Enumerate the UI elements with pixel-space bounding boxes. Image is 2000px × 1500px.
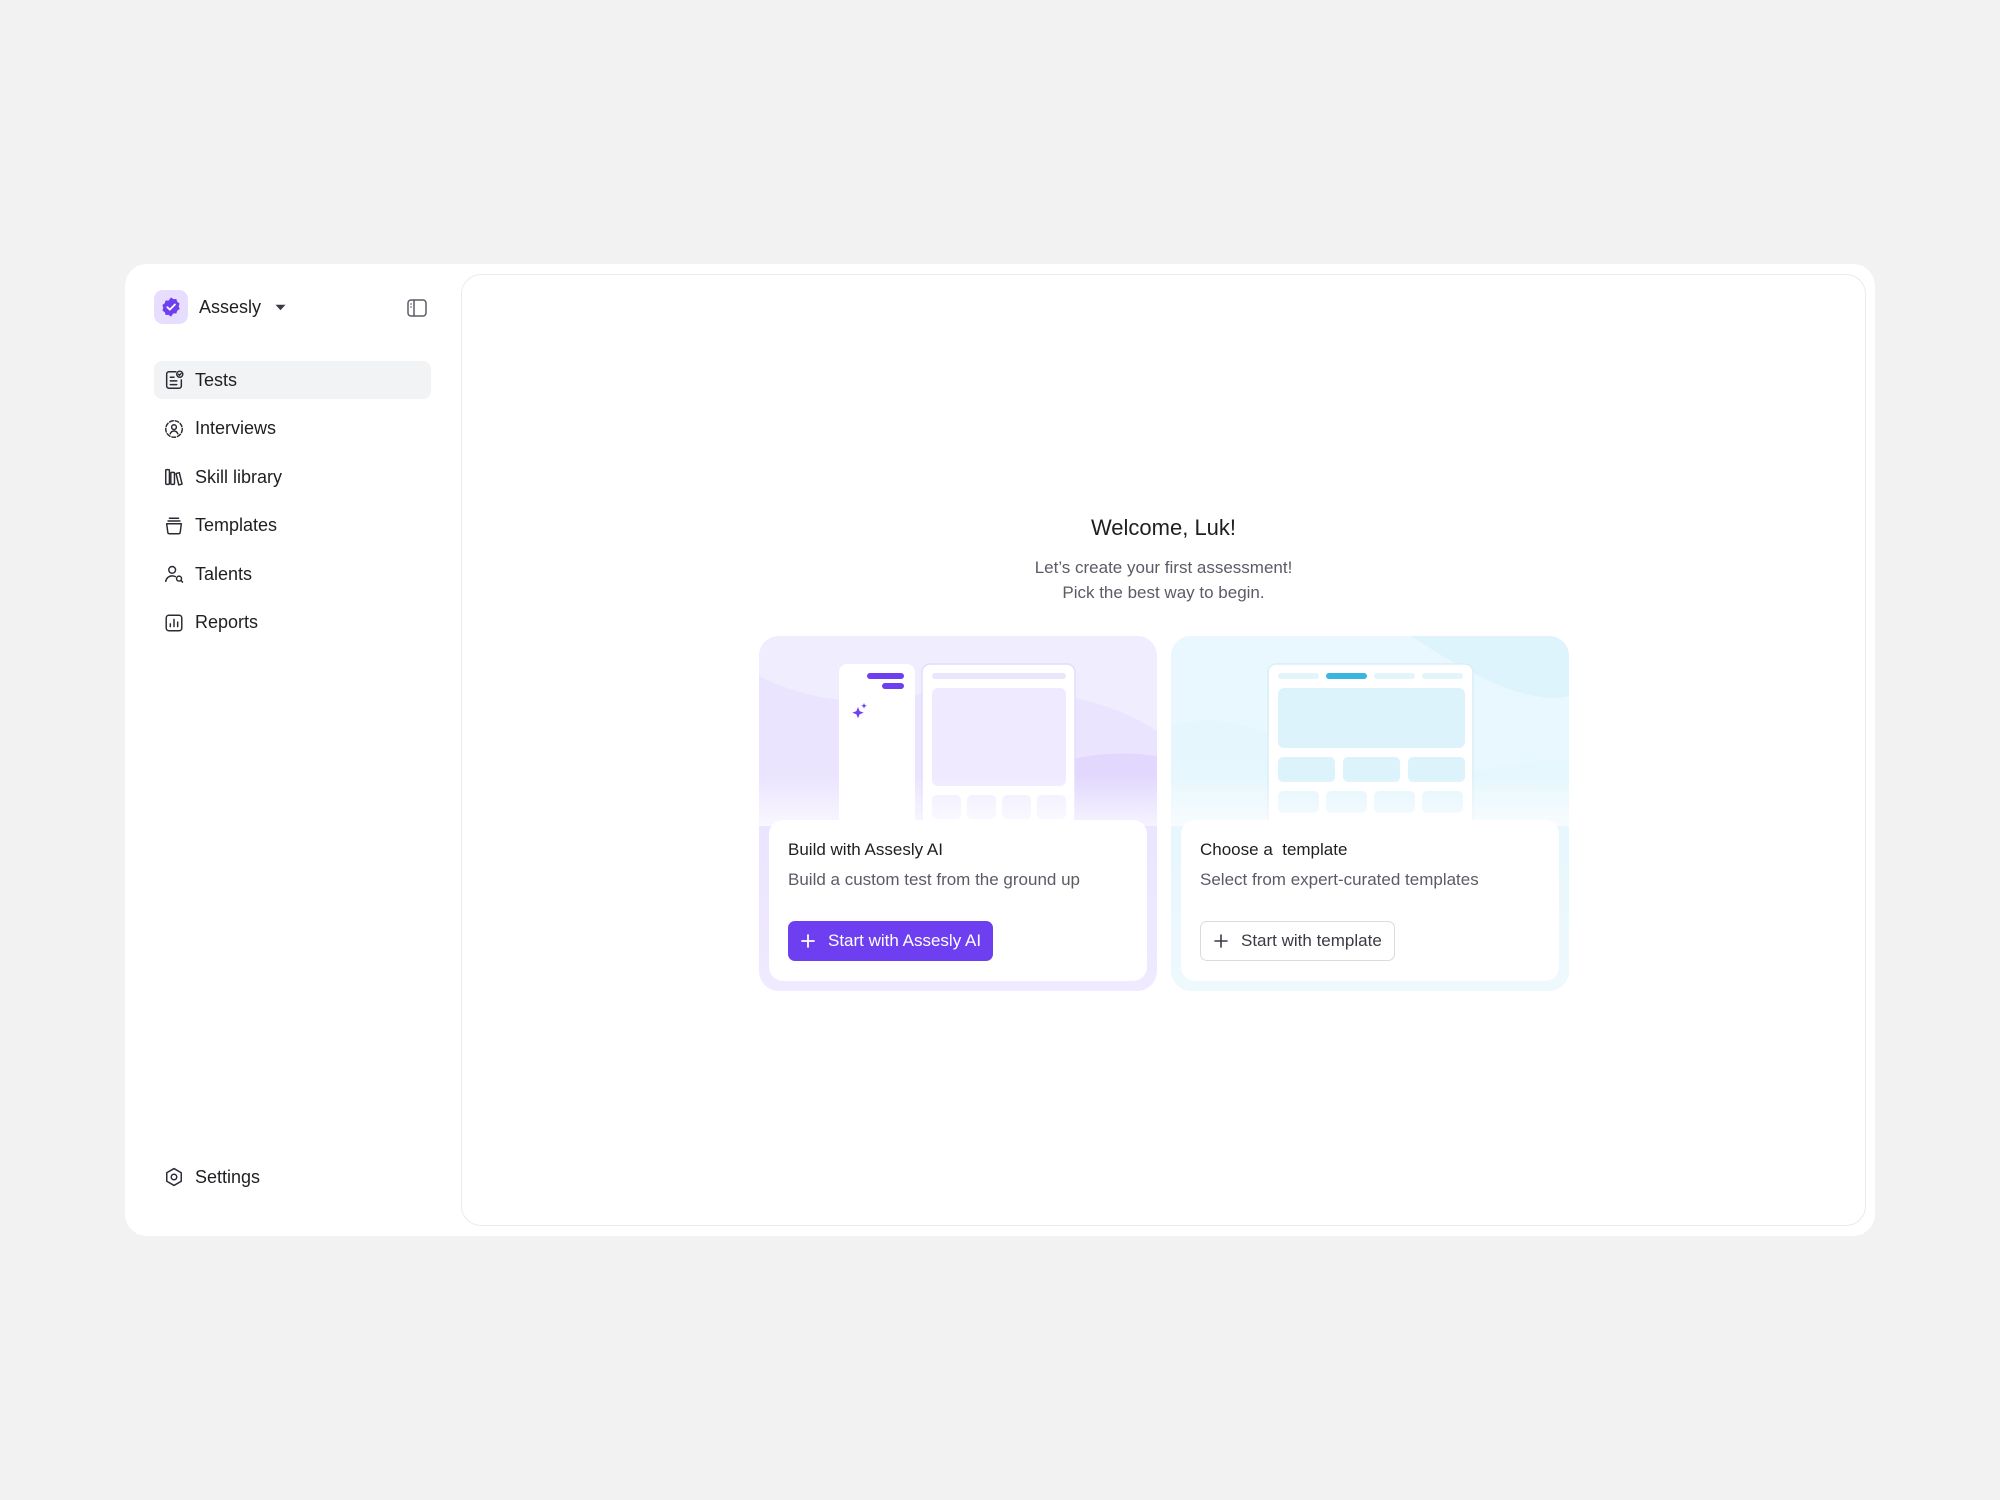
library-icon [163, 466, 185, 488]
sidebar-item-skill-library[interactable]: Skill library [154, 458, 431, 496]
sidebar-item-interviews[interactable]: Interviews [154, 410, 431, 448]
sidebar: Assesly Tests Interviews Skill library T… [125, 264, 455, 1236]
templates-icon [163, 515, 185, 537]
workspace-switcher[interactable]: Assesly [154, 289, 286, 325]
start-with-template-button[interactable]: Start with template [1200, 921, 1395, 961]
ai-builder-illustration [759, 636, 1157, 826]
template-card-body: Choose a template Select from expert-cur… [1181, 820, 1559, 981]
welcome-title: Welcome, Luk! [1090, 515, 1237, 540]
sidebar-item-label: Interviews [195, 418, 277, 438]
sidebar-item-label: Tests [195, 369, 238, 390]
template-card-title: Choose a template [1200, 840, 1348, 859]
template-card-description: Select from expert-curated templates [1200, 870, 1479, 889]
sidebar-item-settings[interactable]: Settings [154, 1158, 431, 1196]
app-window: Assesly Tests Interviews Skill library T… [125, 264, 1875, 1236]
sidebar-item-reports[interactable]: Reports [154, 604, 431, 642]
caret-down-icon [275, 304, 286, 311]
welcome-line-1: Let’s create your first assessment! [1034, 558, 1293, 577]
test-doc-icon [163, 369, 185, 391]
sidebar-item-tests[interactable]: Tests [154, 361, 431, 399]
plus-icon [800, 933, 816, 949]
sidebar-item-label: Skill library [195, 466, 283, 487]
main-panel: Welcome, Luk! Let’s create your first as… [461, 274, 1866, 1226]
start-with-ai-label: Start with Assesly AI [828, 931, 982, 950]
ai-card-title: Build with Assesly AI [788, 840, 943, 859]
sidebar-nav: Tests Interviews Skill library Templates… [154, 361, 431, 652]
sidebar-item-templates[interactable]: Templates [154, 507, 431, 545]
start-options: Build with Assesly AI Build a custom tes… [759, 636, 1569, 991]
welcome-subtitle: Let’s create your first assessment! Pick… [462, 555, 1865, 605]
plus-icon [1213, 933, 1229, 949]
workspace-name: Assesly [199, 296, 262, 317]
sidebar-item-talents[interactable]: Talents [154, 555, 431, 593]
build-with-ai-card[interactable]: Build with Assesly AI Build a custom tes… [759, 636, 1157, 991]
welcome-line-2: Pick the best way to begin. [1062, 583, 1265, 602]
settings-label: Settings [195, 1166, 261, 1187]
template-illustration [1171, 636, 1569, 826]
sidebar-item-label: Templates [195, 515, 278, 535]
sidebar-item-label: Reports [195, 612, 259, 632]
start-with-template-label: Start with template [1241, 931, 1382, 950]
gear-icon [163, 1166, 185, 1188]
choose-template-card[interactable]: Choose a template Select from expert-cur… [1171, 636, 1569, 991]
verified-badge-icon [154, 290, 188, 324]
welcome-section: Welcome, Luk! Let’s create your first as… [462, 515, 1865, 605]
interview-icon [163, 418, 185, 440]
sidebar-toggle-icon[interactable] [405, 296, 429, 320]
start-with-ai-button[interactable]: Start with Assesly AI [788, 921, 994, 961]
sidebar-item-label: Talents [195, 563, 253, 584]
ai-card-description: Build a custom test from the ground up [788, 870, 1080, 889]
reports-icon [163, 612, 185, 634]
ai-card-body: Build with Assesly AI Build a custom tes… [769, 820, 1147, 981]
talent-icon [163, 563, 185, 585]
